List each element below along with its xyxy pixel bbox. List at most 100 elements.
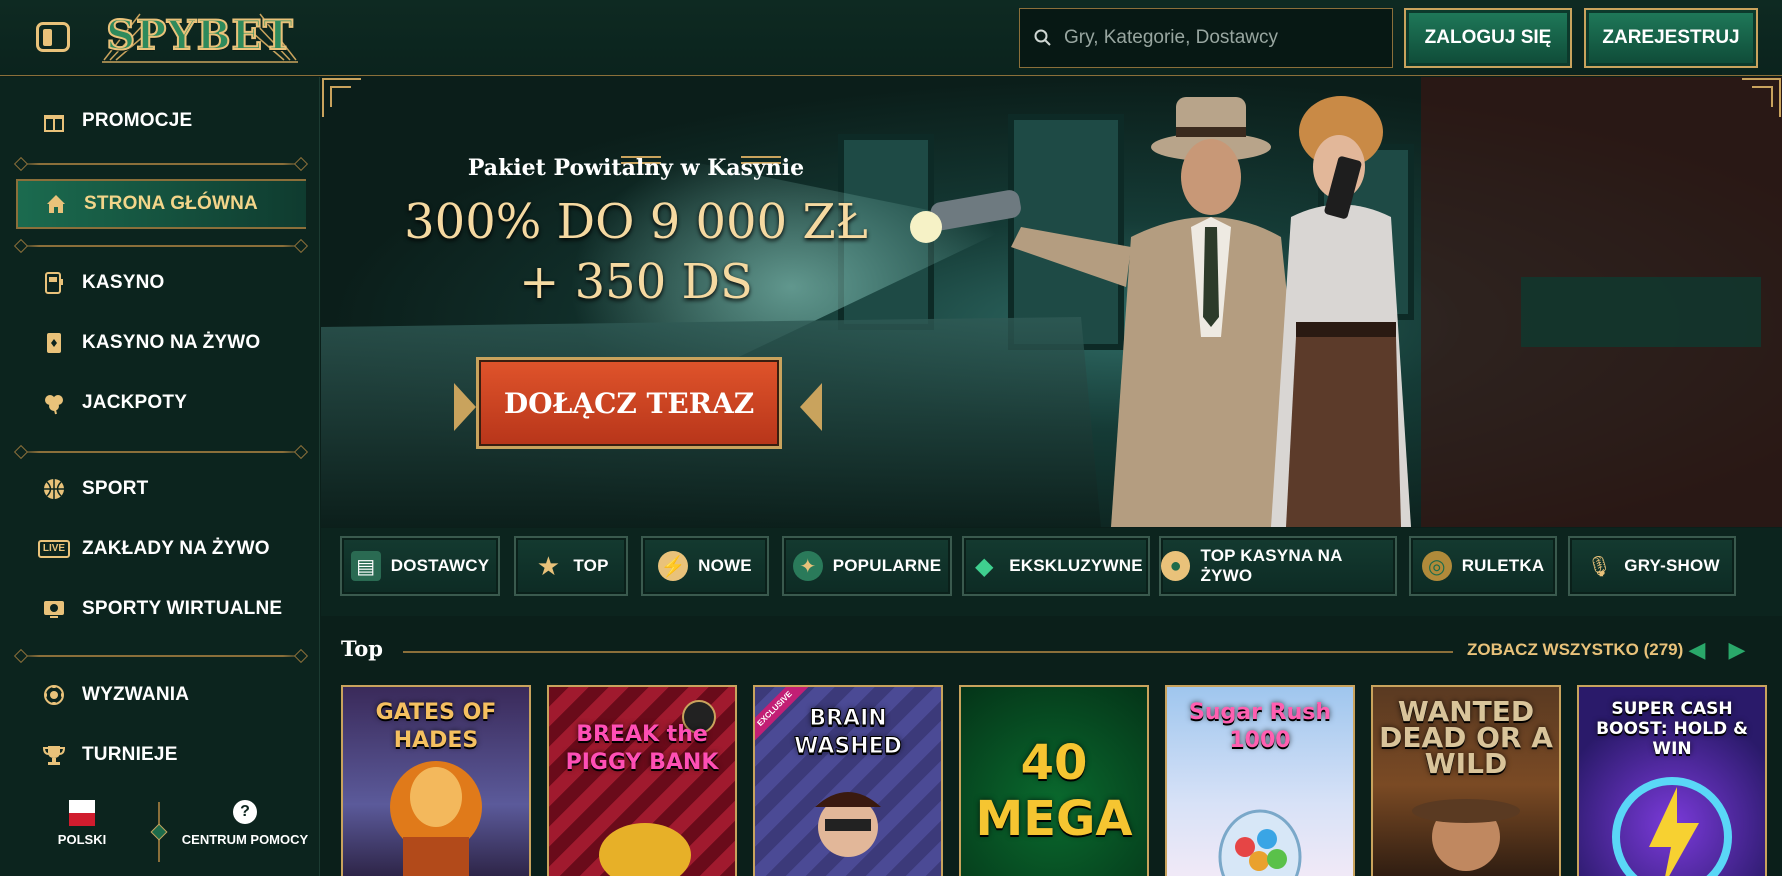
star-icon: ★: [536, 550, 561, 581]
game-title: BREAK the PIGGY BANK: [565, 722, 719, 775]
sidebar-item-label: JACKPOTY: [82, 392, 188, 413]
sidebar-item-wyzwania[interactable]: WYZWANIA: [16, 671, 306, 719]
promo-banner[interactable]: Pakiet Powitalny w Kasynie 300% DO 9 000…: [321, 77, 1782, 527]
sidebar-item-jackpoty[interactable]: JACKPOTY: [16, 379, 306, 427]
sidebar-item-kasyno-na-zywo[interactable]: KASYNO NA ŻYWO: [16, 319, 306, 367]
promo-subtitle: Pakiet Powitalny w Kasynie: [467, 155, 805, 181]
sidebar-item-turnieje[interactable]: TURNIEJE: [16, 731, 306, 779]
help-center-link[interactable]: ? CENTRUM POMOCY: [175, 800, 315, 847]
sidebar-item-promocje[interactable]: PROMOCJE: [16, 97, 306, 145]
game-tile[interactable]: GATES OF HADES: [341, 685, 531, 876]
slot-machine-icon: [34, 269, 74, 297]
game-tile[interactable]: 40 MEGA: [959, 685, 1149, 876]
logo-text: SPYBET: [105, 11, 294, 60]
section-divider: [403, 651, 1453, 653]
search-icon: [1034, 29, 1051, 46]
see-all-link[interactable]: ZOBACZ WSZYSTKO (279): [1467, 640, 1683, 660]
footer-separator: [158, 802, 160, 862]
cta-left-arrow-icon: [454, 383, 476, 431]
sidebar-item-label: SPORTY WIRTUALNE: [82, 598, 283, 619]
category-ruletka[interactable]: ◎ RULETKA: [1409, 536, 1557, 596]
sidebar-divider: [16, 451, 306, 453]
popular-icon: ✦: [792, 551, 823, 581]
sidebar-divider: [16, 163, 306, 165]
sidebar-item-sport[interactable]: SPORT: [16, 465, 306, 513]
roulette-icon: ◎: [1421, 551, 1452, 581]
sidebar-item-zaklady-na-zywo[interactable]: LIVE ZAKŁADY NA ŻYWO: [16, 525, 306, 573]
sidebar-item-label: WYZWANIA: [82, 684, 190, 705]
microphone-icon: 🎙: [1586, 555, 1612, 578]
games-carousel: GATES OF HADES BREAK the PIGGY BANK EXCL…: [341, 685, 1782, 876]
search-input[interactable]: [1064, 27, 1364, 49]
game-tile[interactable]: EXCLUSIVE BRAIN WASHED: [753, 685, 943, 876]
game-tile[interactable]: SUPER CASH BOOST: HOLD & WIN: [1577, 685, 1767, 876]
promo-headline-line2: + 350 DS: [519, 254, 753, 310]
game-title: Sugar Rush 1000: [1189, 700, 1331, 753]
logo[interactable]: SPYBET: [100, 4, 300, 68]
carousel-prev-icon[interactable]: ◀: [1681, 634, 1713, 666]
language-selector[interactable]: POLSKI: [46, 800, 118, 847]
game-art: [599, 700, 716, 876]
providers-icon: ▤: [350, 551, 381, 581]
sidebar-divider: [16, 245, 306, 247]
sidebar-item-label: TURNIEJE: [82, 744, 178, 765]
sidebar-toggle-icon[interactable]: [36, 22, 70, 52]
carousel-next-icon[interactable]: ▶: [1721, 634, 1753, 666]
gift-icon: [34, 107, 74, 135]
diamond-icon: ◆: [975, 552, 994, 580]
top-header: SPYBET ZALOGUJ SIĘ ZAREJESTRUJ: [0, 0, 1782, 76]
category-bar: ▤ DOSTAWCY ★ TOP ⚡ NOWE ✦ POPULARNE ◆ EK…: [321, 528, 1782, 616]
sidebar-item-strona-glowna[interactable]: STRONA GŁÓWNA: [16, 179, 306, 229]
game-title: GATES OF HADES: [375, 700, 497, 753]
category-ekskluzywne[interactable]: ◆ EKSKLUZYWNE: [962, 536, 1150, 596]
poland-flag-icon: [69, 800, 95, 826]
sidebar-item-label: PROMOCJE: [82, 110, 193, 131]
game-tile[interactable]: WANTED DEAD OR A WILD: [1371, 685, 1561, 876]
sidebar-item-kasyno[interactable]: KASYNO: [16, 259, 306, 307]
monitor-ball-icon: [34, 595, 74, 623]
live-icon: LIVE: [34, 535, 74, 563]
home-icon: [36, 190, 76, 218]
promo-headline-line1: 300% DO 9 000 ZŁ: [404, 194, 868, 250]
sidebar-divider: [16, 655, 306, 657]
game-title: BRAIN WASHED: [794, 706, 903, 760]
sidebar-footer: POLSKI ? CENTRUM POMOCY: [0, 794, 320, 874]
promo-headline: 300% DO 9 000 ZŁ + 350 DS: [391, 192, 881, 312]
sidebar-item-label: SPORT: [82, 478, 149, 499]
language-label: POLSKI: [57, 832, 107, 847]
category-gry-show[interactable]: 🎙 GRY-SHOW: [1568, 536, 1736, 596]
login-button[interactable]: ZALOGUJ SIĘ: [1404, 8, 1572, 68]
game-title: SUPER CASH BOOST: HOLD & WIN: [1596, 699, 1748, 759]
game-tile[interactable]: Sugar Rush 1000: [1165, 685, 1355, 876]
game-tile[interactable]: BREAK the PIGGY BANK: [547, 685, 737, 876]
join-now-button[interactable]: DOŁĄCZ TERAZ: [476, 357, 782, 449]
game-title: WANTED DEAD OR A WILD: [1379, 695, 1553, 780]
sidebar-item-label: KASYNO NA ŻYWO: [82, 332, 261, 353]
lightning-icon: ⚡: [658, 551, 689, 581]
trophy-icon: [34, 741, 74, 769]
section-title: Top: [341, 636, 383, 661]
app-root: SPYBET ZALOGUJ SIĘ ZAREJESTRUJ PROMOCJE …: [0, 0, 1782, 876]
category-top[interactable]: ★ TOP: [514, 536, 628, 596]
category-nowe[interactable]: ⚡ NOWE: [641, 536, 769, 596]
category-top-kasyna-na-zywo[interactable]: ● TOP KASYNA NA ŻYWO: [1159, 536, 1397, 596]
game-title: 40 MEGA: [975, 735, 1133, 847]
sidebar-item-sporty-wirtualne[interactable]: SPORTY WIRTUALNE: [16, 585, 306, 633]
chip-icon: ●: [1161, 551, 1191, 581]
sidebar-item-label: STRONA GŁÓWNA: [84, 193, 258, 214]
top-section-header: Top ZOBACZ WSZYSTKO (279) ◀ ▶: [341, 630, 1761, 670]
register-button[interactable]: ZAREJESTRUJ: [1584, 8, 1758, 68]
help-label: CENTRUM POMOCY: [181, 832, 309, 847]
sidebar-item-label: ZAKŁADY NA ŻYWO: [82, 538, 270, 559]
category-dostawcy[interactable]: ▤ DOSTAWCY: [340, 536, 500, 596]
basketball-icon: [34, 475, 74, 503]
category-popularne[interactable]: ✦ POPULARNE: [782, 536, 952, 596]
question-icon: ?: [233, 800, 257, 824]
medal-icon: [34, 681, 74, 709]
search-box[interactable]: [1019, 8, 1393, 68]
card-icon: [34, 329, 74, 357]
sidebar-item-label: KASYNO: [82, 272, 165, 293]
cta-right-arrow-icon: [800, 383, 822, 431]
sidebar: PROMOCJE STRONA GŁÓWNA KASYNO KASYNO NA …: [0, 77, 320, 876]
clover-icon: [34, 389, 74, 417]
